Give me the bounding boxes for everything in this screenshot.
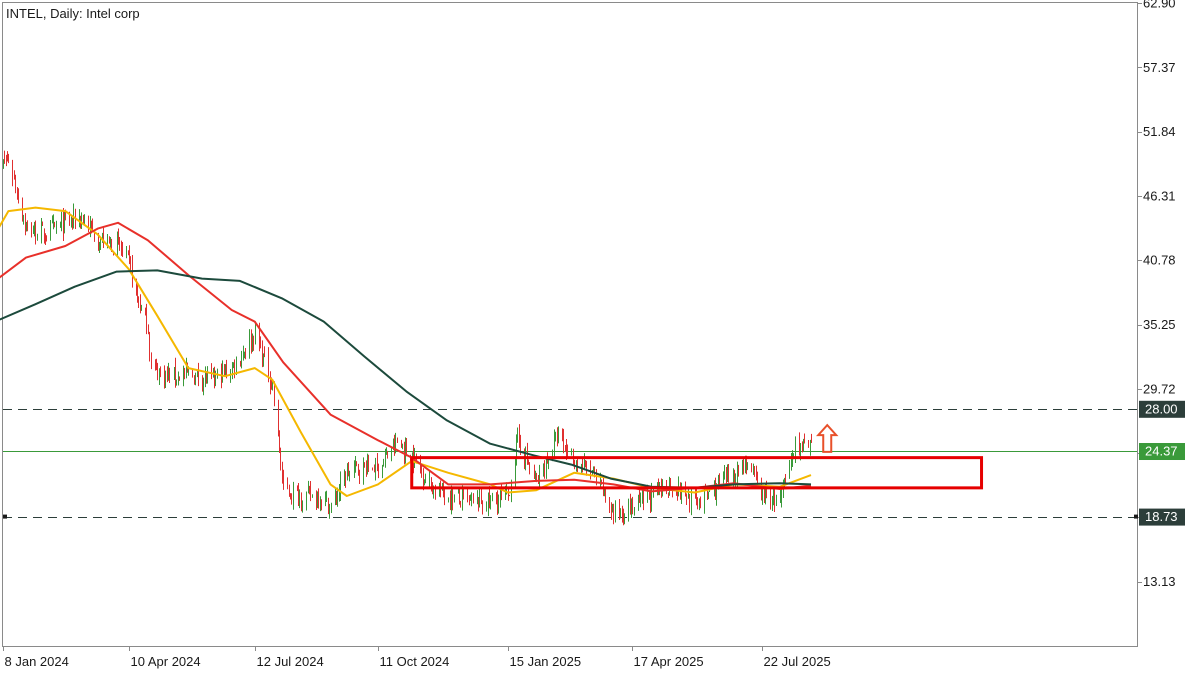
level-label-2: 18.73: [1145, 509, 1178, 524]
y-tick-label-9: 13.13: [1143, 574, 1176, 589]
x-tick-label-6: 22 Jul 2025: [764, 654, 831, 669]
y-tick-label-4: 40.78: [1143, 253, 1176, 268]
y-tick-label-1: 57.37: [1143, 60, 1176, 75]
level-marker-left: [3, 514, 7, 519]
chart-title: INTEL, Daily: Intel corp: [6, 6, 140, 21]
x-tick-label-2: 12 Jul 2024: [257, 654, 324, 669]
y-tick-label-6: 29.72: [1143, 381, 1176, 396]
plot-frame: [2, 2, 1138, 647]
level-label-1: 24.37: [1145, 444, 1178, 459]
x-tick-label-4: 15 Jan 2025: [510, 654, 582, 669]
y-tick-label-5: 35.25: [1143, 317, 1176, 332]
price-chart: 62.9057.3751.8446.3140.7835.2529.7224.19…: [0, 0, 1185, 669]
level-label-0: 28.00: [1145, 401, 1178, 416]
x-tick-label-3: 11 Oct 2024: [380, 654, 450, 669]
y-tick-label-2: 51.84: [1143, 124, 1176, 139]
x-tick-label-5: 17 Apr 2025: [634, 654, 704, 669]
y-tick-label-3: 46.31: [1143, 188, 1176, 203]
level-marker-right: [1134, 514, 1138, 519]
x-tick-label-0: 8 Jan 2024: [5, 654, 69, 669]
chart: 62.9057.3751.8446.3140.7835.2529.7224.19…: [0, 0, 1200, 675]
y-tick-label-0: 62.90: [1143, 0, 1176, 11]
x-tick-label-1: 10 Apr 2024: [131, 654, 201, 669]
